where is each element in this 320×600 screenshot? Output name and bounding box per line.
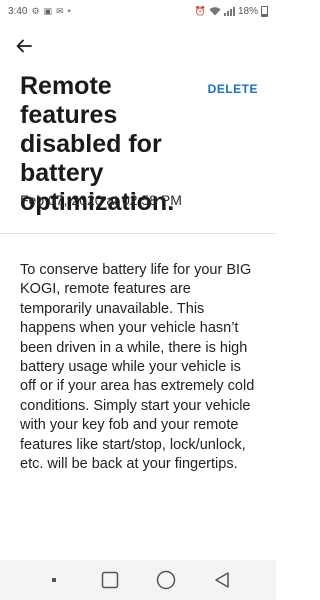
mail-icon: ✉ (56, 5, 64, 16)
nav-back-button[interactable] (206, 564, 238, 596)
battery-percent: 18% (237, 5, 258, 17)
message-date: Feb 07, 2020 at 02:58 PM (20, 192, 182, 208)
alarm-icon: ⏰ (194, 5, 206, 16)
divider (0, 233, 276, 234)
back-button[interactable] (10, 32, 38, 60)
message-body: To conserve battery life for your BIG KO… (20, 262, 255, 473)
navigation-bar (0, 560, 276, 600)
recents-icon (101, 571, 119, 589)
status-bar: 3:40 ⚙ ▣ ✉ • ⏰ 18% (0, 0, 276, 22)
status-time: 3:40 (8, 5, 28, 17)
status-right: ⏰ 18% (194, 5, 268, 17)
status-left: 3:40 ⚙ ▣ ✉ • (8, 6, 71, 17)
delete-button[interactable]: DELETE (208, 82, 258, 96)
photo-icon: ▣ (43, 5, 53, 16)
vibrate-icon: ⚙ (31, 5, 40, 16)
back-triangle-icon (215, 572, 229, 588)
wifi-icon (209, 6, 221, 15)
signal-icon (223, 6, 235, 16)
battery-icon (261, 5, 268, 17)
app-bar (0, 22, 276, 68)
menu-dot-button[interactable] (38, 564, 70, 596)
message-header: Remote features disabled for battery opt… (0, 68, 276, 234)
recents-button[interactable] (94, 564, 126, 596)
notification-dot-icon: • (67, 6, 71, 16)
home-button[interactable] (150, 564, 182, 596)
home-icon (156, 570, 176, 590)
menu-dot-icon (52, 578, 56, 582)
arrow-left-icon (16, 39, 32, 53)
